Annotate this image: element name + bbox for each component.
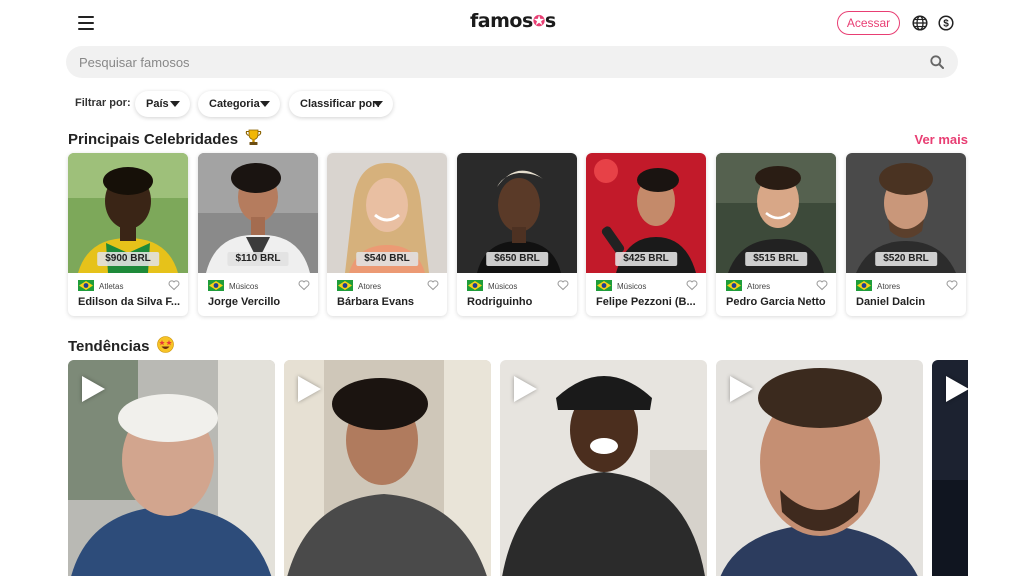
celebrity-name: Edilson da Silva F... — [78, 296, 181, 308]
brazil-flag-icon — [208, 280, 224, 291]
logo-text-post: s — [544, 10, 556, 32]
trending-video-card[interactable] — [500, 360, 707, 576]
caret-down-icon — [373, 101, 383, 107]
category-label: Atletas — [99, 282, 124, 291]
section-title-top: Principais Celebridades — [68, 129, 262, 148]
heart-icon[interactable] — [686, 279, 698, 291]
filter-country-dropdown[interactable]: País — [135, 91, 190, 117]
category-label: Músicos — [617, 282, 647, 291]
celebrity-card[interactable]: $900 BRL Atletas Edilson da Silva F... — [68, 153, 188, 316]
play-icon[interactable] — [730, 376, 753, 402]
sort-dropdown[interactable]: Classificar por: — [289, 91, 393, 117]
celebrity-name: Pedro Garcia Netto — [726, 296, 826, 308]
search-bar — [66, 46, 958, 78]
celebrity-card[interactable]: $515 BRL Atores Pedro Garcia Netto — [716, 153, 836, 316]
celebrity-name: Daniel Dalcin — [856, 296, 926, 308]
dollar-icon[interactable]: $ — [938, 15, 954, 31]
top-header: famos✪s Acessar $ — [0, 0, 1024, 46]
brazil-flag-icon — [467, 280, 483, 291]
heart-icon[interactable] — [946, 279, 958, 291]
brazil-flag-icon — [596, 280, 612, 291]
menu-icon[interactable] — [78, 16, 94, 30]
heart-icon[interactable] — [816, 279, 828, 291]
trending-videos-row — [68, 360, 968, 576]
logo-star: ✪ — [532, 12, 546, 30]
heart-icon[interactable] — [427, 279, 439, 291]
category-label: Atores — [747, 282, 771, 291]
section-title-trending-text: Tendências — [68, 338, 150, 355]
section-title-trending: Tendências — [68, 336, 174, 355]
brazil-flag-icon — [856, 280, 872, 291]
trophy-icon — [246, 129, 262, 145]
svg-text:$: $ — [943, 19, 949, 30]
heart-icon[interactable] — [298, 279, 310, 291]
celebrity-cards-row: $900 BRL Atletas Edilson da Silva F... $… — [68, 153, 968, 318]
see-more-link[interactable]: Ver mais — [915, 132, 969, 147]
heart-icon[interactable] — [168, 279, 180, 291]
price-badge: $650 BRL — [486, 252, 548, 266]
celebrity-card[interactable]: $650 BRL Músicos Rodriguinho — [457, 153, 577, 316]
celebrity-card[interactable]: $425 BRL Músicos Felipe Pezzoni (B... — [586, 153, 706, 316]
trending-video-card[interactable] — [932, 360, 968, 576]
celebrity-card[interactable]: $110 BRL Músicos Jorge Vercillo — [198, 153, 318, 316]
filter-country-label: País — [146, 98, 169, 110]
filter-category-label: Categoria — [209, 98, 260, 110]
brazil-flag-icon — [78, 280, 94, 291]
price-badge: $900 BRL — [97, 252, 159, 266]
play-icon[interactable] — [946, 376, 968, 402]
price-badge: $515 BRL — [745, 252, 807, 266]
caret-down-icon — [260, 101, 270, 107]
search-icon[interactable] — [930, 55, 944, 69]
celebrity-card[interactable]: $520 BRL Atores Daniel Dalcin — [846, 153, 966, 316]
celebrity-name: Jorge Vercillo — [208, 296, 281, 308]
category-label: Músicos — [488, 282, 518, 291]
celebrity-card[interactable]: $540 BRL Atores Bárbara Evans — [327, 153, 447, 316]
brazil-flag-icon — [337, 280, 353, 291]
login-button[interactable]: Acessar — [837, 11, 900, 35]
category-label: Atores — [877, 282, 901, 291]
filter-label: Filtrar por: — [75, 97, 131, 109]
logo-text-pre: famos — [470, 10, 533, 32]
price-badge: $520 BRL — [875, 252, 937, 266]
play-icon[interactable] — [514, 376, 537, 402]
globe-icon[interactable] — [912, 15, 928, 31]
price-badge: $540 BRL — [356, 252, 418, 266]
price-badge: $425 BRL — [615, 252, 677, 266]
section-title-top-text: Principais Celebridades — [68, 131, 239, 148]
trending-video-card[interactable] — [68, 360, 275, 576]
price-badge: $110 BRL — [227, 252, 289, 266]
search-input[interactable] — [79, 52, 919, 72]
star-struck-emoji-icon — [156, 336, 174, 353]
celebrity-name: Bárbara Evans — [337, 296, 415, 308]
category-label: Atores — [358, 282, 382, 291]
caret-down-icon — [170, 101, 180, 107]
trending-video-card[interactable] — [716, 360, 923, 576]
celebrity-name: Felipe Pezzoni (B... — [596, 296, 696, 308]
heart-icon[interactable] — [557, 279, 569, 291]
celebrity-name: Rodriguinho — [467, 296, 533, 308]
play-icon[interactable] — [298, 376, 321, 402]
filter-category-dropdown[interactable]: Categoria — [198, 91, 280, 117]
logo[interactable]: famos✪s — [470, 10, 556, 32]
category-label: Músicos — [229, 282, 259, 291]
sort-label: Classificar por: — [300, 98, 381, 110]
brazil-flag-icon — [726, 280, 742, 291]
play-icon[interactable] — [82, 376, 105, 402]
trending-video-card[interactable] — [284, 360, 491, 576]
